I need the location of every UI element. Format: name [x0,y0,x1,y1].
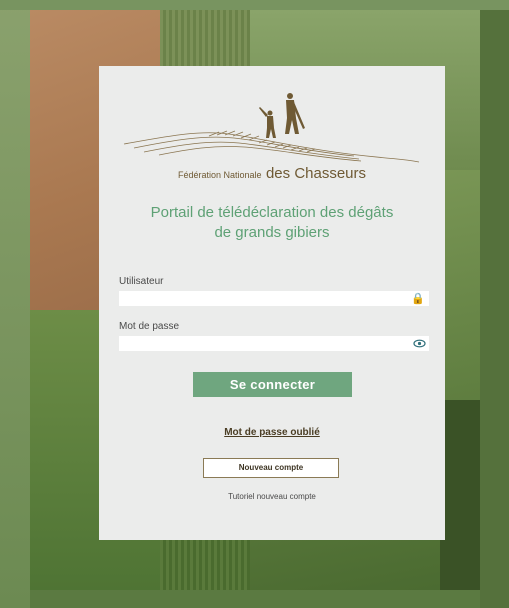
portal-title-line1: Portail de télédéclaration des dégâts [150,204,394,221]
portal-title: Portail de télédéclaration des dégâts de… [109,203,435,243]
new-account-button[interactable]: Nouveau compte [203,458,339,478]
forgot-password-link[interactable]: Mot de passe oublié [99,427,445,438]
username-label: Utilisateur [119,276,164,287]
brand-small: Fédération Nationale [177,170,262,180]
field-bottom-strip [30,590,480,608]
brand-name: Fédération Nationale des Chasseurs [99,165,445,183]
field-right-strip [480,10,509,608]
field-top-strip [0,0,509,10]
portal-title-line2: de grands gibiers [214,224,330,241]
username-input[interactable] [119,291,429,306]
field-left-strip [0,0,30,608]
field-hedge [440,400,480,590]
federation-logo [123,93,420,163]
login-panel: Fédération Nationale des Chasseurs Porta… [99,66,445,540]
tutorial-link[interactable]: Tutoriel nouveau compte [99,492,445,501]
brand-big: des Chasseurs [265,165,367,182]
password-input[interactable] [119,336,429,351]
login-button[interactable]: Se connecter [193,372,352,397]
eye-icon[interactable] [412,337,426,351]
password-label: Mot de passe [119,321,180,332]
lock-icon: 🔒 [411,293,425,305]
